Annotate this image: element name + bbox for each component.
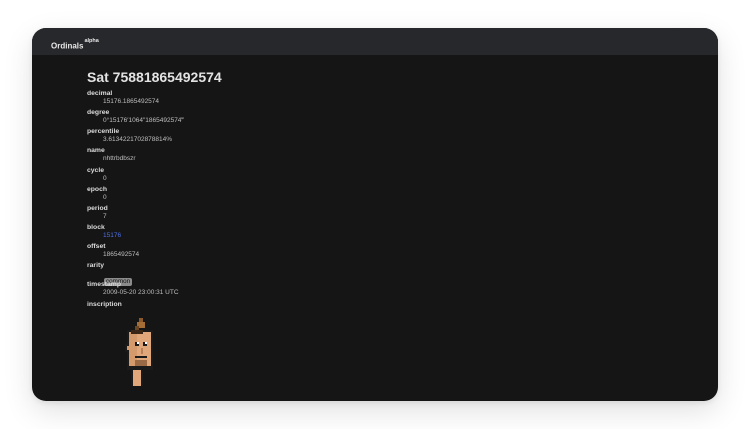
inscription-image (125, 318, 153, 386)
cycle-value: 0 (103, 174, 107, 182)
field-offset: offset 1865492574 (87, 243, 687, 262)
degree-label: degree (87, 109, 110, 117)
timestamp-value: 2009-05-20 23:00:31 UTC (103, 289, 179, 297)
field-percentile: percentile 3.6134221702878814% (87, 128, 687, 147)
degree-value: 0°15176′1064″1865492574‴ (103, 117, 184, 125)
field-cycle: cycle 0 (87, 167, 687, 186)
page-title: Sat 75881865492574 (87, 69, 222, 85)
field-timestamp: timestamp 2009-05-20 23:00:31 UTC (87, 281, 687, 300)
name-value: nhttrbdbszr (103, 155, 136, 163)
field-decimal: decimal 15176.1865492574 (87, 90, 687, 109)
cycle-label: cycle (87, 166, 105, 174)
epoch-value: 0 (103, 193, 107, 201)
sat-details: Sat 75881865492574 decimal 15176.1865492… (87, 68, 687, 320)
period-label: period (87, 204, 108, 212)
timestamp-label: timestamp (87, 281, 121, 289)
period-value: 7 (103, 212, 107, 220)
block-link[interactable]: 15176 (103, 232, 687, 240)
block-label: block (87, 223, 105, 231)
field-period: period 7 (87, 205, 687, 224)
field-inscription: inscription (87, 301, 687, 320)
percentile-value: 3.6134221702878814% (103, 136, 173, 144)
decimal-value: 15176.1865492574 (103, 98, 160, 105)
decimal-label: decimal (87, 90, 113, 97)
pixel-punk-icon[interactable] (119, 318, 159, 386)
rarity-label: rarity (87, 262, 105, 270)
field-block: block 15176 (87, 224, 687, 243)
brand-name: Ordinals (51, 41, 84, 51)
brand-link[interactable]: Ordinalsalpha (51, 38, 99, 52)
epoch-label: epoch (87, 185, 108, 193)
percentile-label: percentile (87, 128, 120, 136)
name-label: name (87, 147, 105, 155)
offset-value: 1865492574 (103, 251, 140, 259)
offset-label: offset (87, 243, 106, 251)
field-name: name nhttrbdbszr (87, 147, 687, 166)
field-rarity: rarity common (87, 262, 687, 287)
inscription-label: inscription (87, 300, 122, 308)
brand-tag: alpha (84, 38, 99, 44)
top-navbar: Ordinalsalpha (32, 28, 718, 55)
field-degree: degree 0°15176′1064″1865492574‴ (87, 109, 687, 128)
field-epoch: epoch 0 (87, 186, 687, 205)
